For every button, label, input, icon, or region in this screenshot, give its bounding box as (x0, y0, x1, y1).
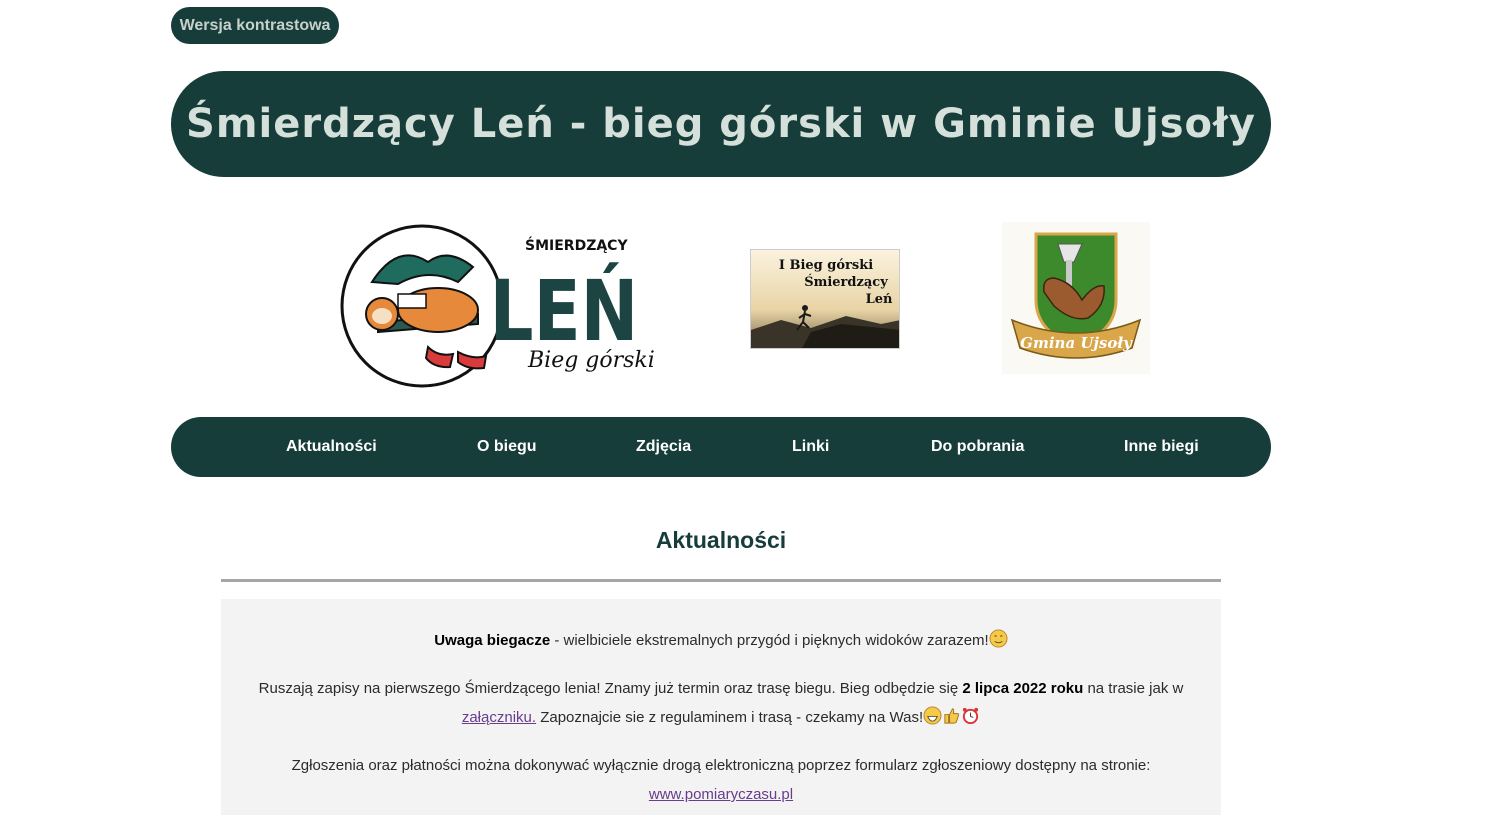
race-poster-image: I Bieg górski Śmierdzący Leń (750, 249, 900, 349)
face-emoji-icon (989, 629, 1008, 658)
logo-text-sub: Bieg górski (527, 348, 655, 373)
news-headline: Uwaga biegacze (434, 632, 551, 649)
poster-line-2: Śmierdzący (804, 273, 888, 290)
attachment-link[interactable]: załączniku. (462, 709, 536, 726)
logos-row: ŚMIERDZĄCY LEŃ Bieg górski I Bieg górski… (0, 0, 1498, 400)
site-banner: Śmierdzący Leń - bieg górski w Gminie Uj… (171, 71, 1271, 177)
site-title: Śmierdzący Leń - bieg górski w Gminie Uj… (186, 101, 1256, 147)
nav-linki[interactable]: Linki (792, 417, 829, 477)
poster-line-1: I Bieg górski (779, 258, 873, 273)
smierdzacy-len-logo: ŚMIERDZĄCY LEŃ Bieg górski (338, 222, 656, 390)
poster-line-3: Leń (866, 292, 893, 307)
news-post: Uwaga biegacze - wielbiciele ekstremalny… (221, 599, 1221, 815)
nav-o-biegu[interactable]: O biegu (477, 417, 537, 477)
pomiaryczasu-link[interactable]: www.pomiaryczasu.pl (649, 786, 793, 803)
news-paragraph-1: Uwaga biegacze - wielbiciele ekstremalny… (251, 626, 1191, 658)
news-p2-text-a: Ruszają zapisy na pierwszego Śmierdząceg… (258, 680, 963, 697)
section-title: Aktualności (655, 527, 787, 553)
news-paragraph-2: Ruszają zapisy na pierwszego Śmierdząceg… (251, 674, 1191, 735)
news-p2-text-c: Zapoznajcie sie z regulaminem i trasą - … (536, 709, 924, 726)
main-navigation: Aktualności O biegu Zdjęcia Linki Do pob… (171, 417, 1271, 477)
grin-emoji-icon (923, 706, 942, 735)
logo-text-small: ŚMIERDZĄCY (525, 236, 628, 254)
news-p2-text-b: na trasie jak w (1083, 680, 1184, 697)
crest-label: Gmina Ujsoły (1020, 334, 1133, 352)
alarm-clock-icon (961, 706, 980, 735)
logo-text-big: LEŃ (490, 262, 639, 360)
news-date: 2 lipca 2022 roku (962, 680, 1084, 697)
nav-do-pobrania[interactable]: Do pobrania (931, 417, 1024, 477)
news-p1-text: - wielbiciele ekstremalnych przygód i pi… (550, 632, 989, 649)
nav-inne-biegi[interactable]: Inne biegi (1124, 417, 1199, 477)
thumbs-up-icon (942, 706, 961, 735)
gmina-ujsoly-crest: Gmina Ujsoły (1002, 222, 1150, 374)
contrast-version-button[interactable]: Wersja kontrastowa (171, 7, 339, 44)
news-paragraph-3: Zgłoszenia oraz płatności można dokonywa… (251, 751, 1191, 809)
section-divider (221, 579, 1221, 582)
nav-zdjecia[interactable]: Zdjęcia (636, 417, 691, 477)
nav-aktualnosci[interactable]: Aktualności (286, 417, 377, 477)
news-p3-text: Zgłoszenia oraz płatności można dokonywa… (291, 757, 1151, 774)
